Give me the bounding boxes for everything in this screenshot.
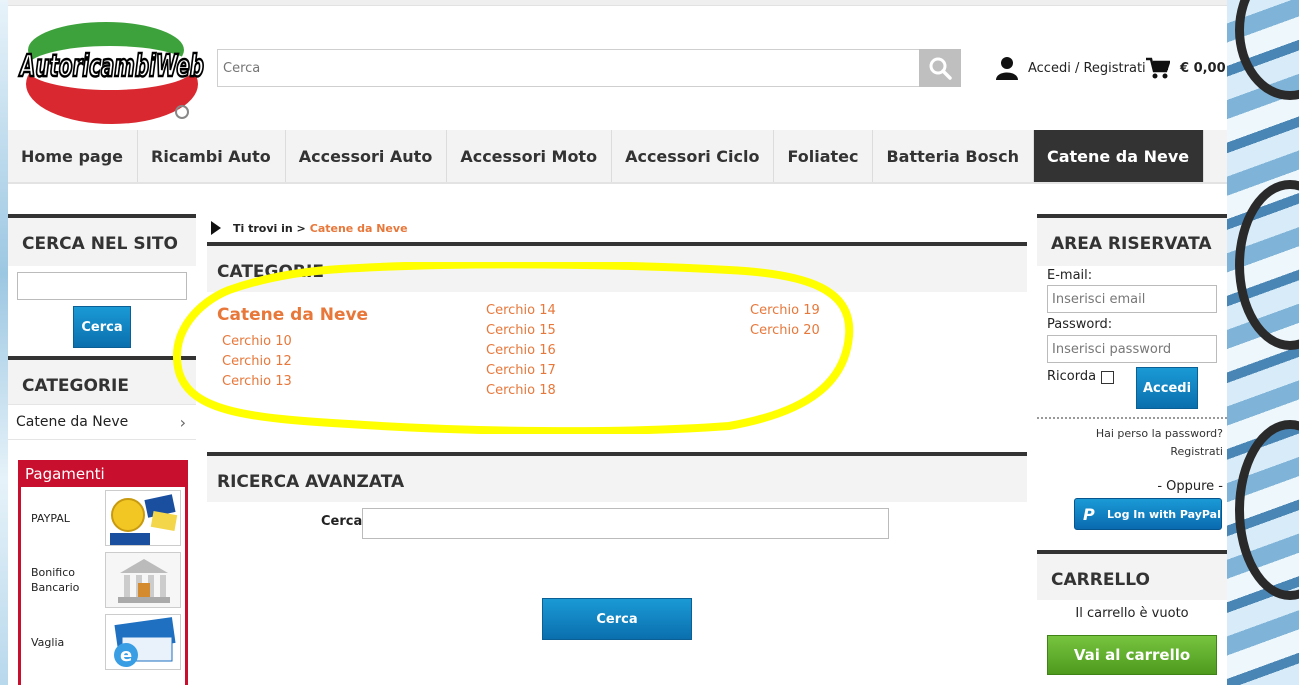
tire-decoration [1235, 420, 1299, 600]
nav-batteria-bosch[interactable]: Batteria Bosch [873, 130, 1034, 182]
login-form: E-mail: Inserisci email Password: Inseri… [1037, 266, 1227, 411]
category-main-link[interactable]: Catene da Neve [217, 305, 368, 325]
advanced-search-input[interactable] [362, 508, 889, 539]
tire-decoration [1235, 180, 1299, 350]
site-search-input[interactable] [17, 272, 187, 300]
category-column-1: Cerchio 10 Cerchio 12 Cerchio 13 [222, 332, 292, 392]
page: AutoricambiWeb Accedi / Registrati € 0,0… [8, 0, 1227, 685]
nav-ricambi-auto[interactable]: Ricambi Auto [138, 130, 286, 182]
site-search-box: Cerca [8, 266, 196, 356]
category-link[interactable]: Cerchio 19 [750, 301, 820, 321]
remember-label: Ricorda [1047, 369, 1097, 384]
right-sidebar: AREA RISERVATA E-mail: Inserisci email P… [1037, 214, 1227, 675]
category-column-2: Cerchio 14 Cerchio 15 Cerchio 16 Cerchio… [486, 301, 556, 401]
advanced-search-panel: Cerca Cerca [207, 502, 1027, 640]
advanced-search-label: Cerca [321, 514, 363, 529]
search-button[interactable] [919, 49, 961, 87]
nav-accessori-moto[interactable]: Accessori Moto [447, 130, 613, 182]
main-content: Ti trovi in > Catene da Neve CATEGORIE C… [173, 214, 1027, 640]
register-link[interactable]: Registrati [1037, 443, 1223, 461]
paypal-logo-icon [105, 490, 181, 546]
triangle-right-icon [211, 221, 221, 235]
payment-label: Bonifico Bancario [31, 566, 80, 594]
site-search-button[interactable]: Cerca [73, 306, 131, 348]
header-cart[interactable]: € 0,00 [1146, 55, 1226, 81]
email-field[interactable]: Inserisci email [1047, 285, 1217, 313]
advanced-search-title: RICERCA AVANZATA [207, 452, 1027, 502]
category-link[interactable]: Cerchio 16 [486, 341, 556, 361]
header-search [217, 49, 961, 87]
categories-title: CATEGORIE [8, 356, 196, 404]
cart-icon [1146, 57, 1170, 79]
email-label: E-mail: [1047, 268, 1093, 283]
paypal-login-button[interactable]: P Log In with PayPal [1074, 498, 1222, 530]
vaglia-icon: e [105, 614, 181, 670]
category-link[interactable]: Cerchio 15 [486, 321, 556, 341]
payment-bonifico: Bonifico Bancario [21, 549, 185, 611]
sidebar-category-label: Catene da Neve [16, 414, 129, 430]
categories-panel-title: CATEGORIE [207, 242, 1027, 292]
login-button[interactable]: Accedi [1136, 367, 1198, 409]
breadcrumb: Ti trovi in > Catene da Neve [207, 214, 1027, 242]
category-link[interactable]: Cerchio 14 [486, 301, 556, 321]
login-links: Hai perso la password? Registrati - Oppu… [1037, 417, 1227, 530]
category-link[interactable]: Cerchio 10 [222, 332, 292, 352]
sidebar-category-catene[interactable]: Catene da Neve › [8, 404, 196, 440]
paypal-login-label: Log In with PayPal [1107, 507, 1221, 521]
site-search-title: CERCA NEL SITO [8, 214, 196, 266]
forgot-password-link[interactable]: Hai perso la password? [1037, 425, 1223, 443]
category-column-3: Cerchio 19 Cerchio 20 [750, 301, 820, 341]
bank-icon [105, 552, 181, 608]
remember-checkbox[interactable] [1101, 371, 1114, 384]
nav-home[interactable]: Home page [8, 130, 139, 182]
nav-accessori-ciclo[interactable]: Accessori Ciclo [612, 130, 775, 182]
cart-empty-text: Il carrello è vuoto [1075, 606, 1189, 621]
categories-panel: Catene da Neve Cerchio 10 Cerchio 12 Cer… [207, 292, 1027, 444]
breadcrumb-prefix: Ti trovi in > [233, 221, 306, 235]
nav-foliatec[interactable]: Foliatec [774, 130, 874, 182]
reserved-area-title: AREA RISERVATA [1037, 214, 1227, 266]
payment-vaglia: Vaglia e [21, 611, 185, 673]
cart-title: CARRELLO [1037, 550, 1227, 600]
category-link[interactable]: Cerchio 17 [486, 361, 556, 381]
site-logo[interactable]: AutoricambiWeb [14, 12, 206, 124]
left-sidebar: CERCA NEL SITO Cerca CATEGORIE Catene da… [8, 214, 196, 685]
background-left [0, 0, 8, 685]
main-nav: Home page Ricambi Auto Accessori Auto Ac… [8, 130, 1227, 184]
password-field[interactable]: Inserisci password [1047, 335, 1217, 363]
account-link[interactable]: Accedi / Registrati [996, 55, 1146, 81]
payment-label: PAYPAL [31, 511, 70, 525]
password-label: Password: [1047, 317, 1113, 332]
svg-text:e: e [120, 645, 132, 666]
go-to-cart-button[interactable]: Vai al carrello [1047, 635, 1217, 675]
background-right [1227, 0, 1299, 685]
svg-text:P: P [1083, 505, 1095, 524]
tire-decoration [1235, 0, 1299, 100]
payment-paypal: PAYPAL [21, 487, 185, 549]
search-icon [929, 57, 952, 80]
category-link[interactable]: Cerchio 13 [222, 372, 292, 392]
top-bar [8, 0, 1227, 6]
category-link[interactable]: Cerchio 18 [486, 381, 556, 401]
search-input[interactable] [217, 49, 919, 87]
chevron-right-icon: › [179, 412, 186, 432]
breadcrumb-current[interactable]: Catene da Neve [310, 222, 408, 235]
nav-catene-da-neve[interactable]: Catene da Neve [1033, 130, 1205, 182]
advanced-search-button[interactable]: Cerca [542, 598, 692, 640]
account-label: Accedi / Registrati [1028, 60, 1146, 76]
user-icon [996, 57, 1018, 80]
payment-label: Vaglia [31, 635, 65, 649]
category-link[interactable]: Cerchio 12 [222, 352, 292, 372]
logo-text: AutoricambiWeb [19, 49, 204, 84]
category-link[interactable]: Cerchio 20 [750, 321, 820, 341]
nav-accessori-auto[interactable]: Accessori Auto [286, 130, 448, 182]
cart-total: € 0,00 [1180, 60, 1226, 76]
or-text: - Oppure - [1157, 479, 1223, 494]
paypal-icon: P [1083, 505, 1095, 524]
payments-box: Pagamenti PAYPAL Bonifico Bancario Vagli… [18, 460, 188, 685]
payments-title: Pagamenti [21, 463, 185, 487]
